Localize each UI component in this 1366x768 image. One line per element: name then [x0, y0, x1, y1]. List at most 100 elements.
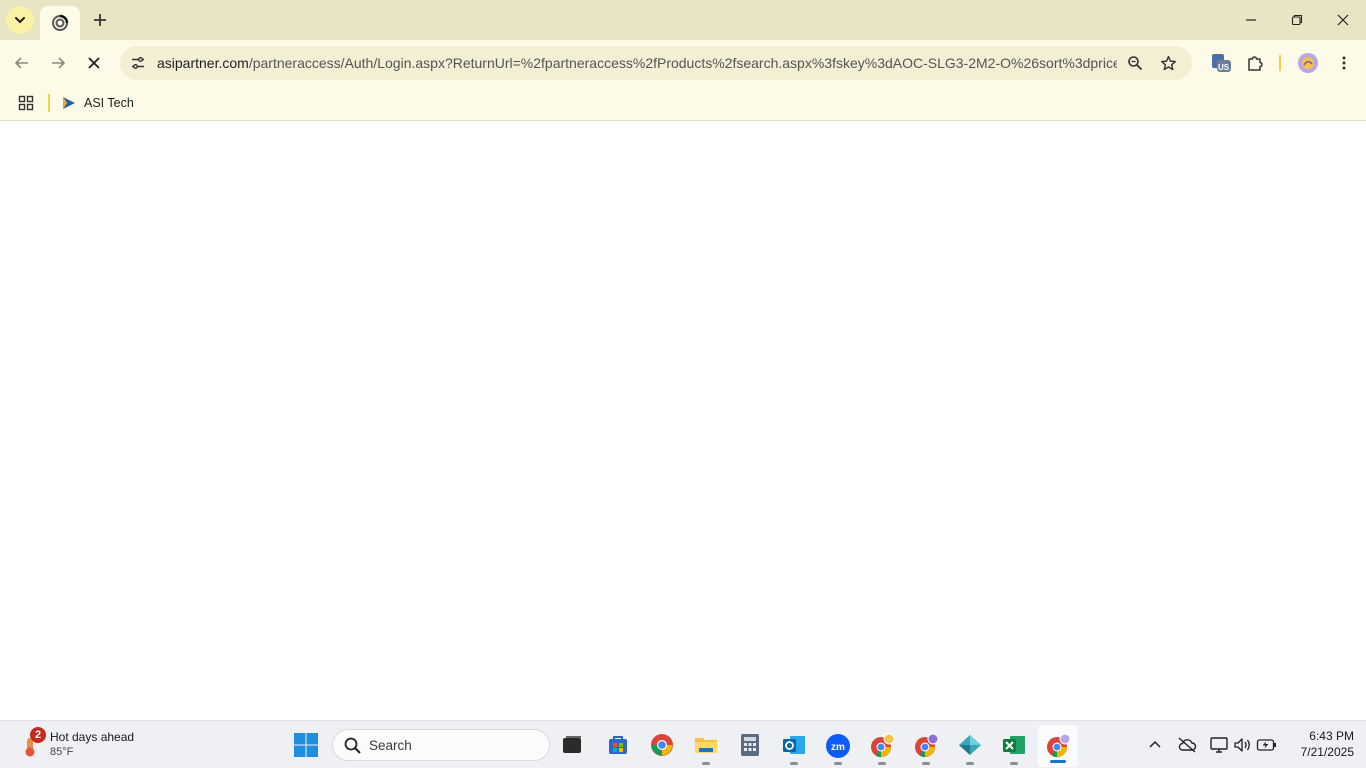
active-tab[interactable]	[40, 6, 80, 40]
close-icon	[1337, 14, 1349, 26]
extensions-button[interactable]	[1241, 49, 1269, 77]
zoom-icon	[1128, 56, 1143, 71]
toolbar-divider	[1279, 55, 1281, 71]
profile-button[interactable]	[1294, 49, 1322, 77]
weather-badge: 2	[30, 727, 46, 743]
calculator-icon	[741, 734, 759, 756]
chrome-icon	[651, 734, 673, 756]
close-window-button[interactable]	[1320, 0, 1366, 40]
extension-us-button[interactable]: US	[1207, 49, 1235, 77]
outlook-icon	[783, 736, 805, 754]
browser-menu-button[interactable]	[1330, 49, 1358, 77]
star-icon	[1160, 55, 1176, 70]
running-indicator	[966, 762, 974, 765]
taskbar-app-task-view[interactable]	[552, 729, 592, 768]
more-vert-icon	[1342, 56, 1346, 70]
extension-badge: US	[1218, 63, 1230, 72]
restore-icon	[1291, 14, 1303, 26]
bookmark-star-button[interactable]	[1156, 51, 1180, 75]
restore-button[interactable]	[1274, 0, 1320, 40]
start-button[interactable]	[292, 731, 320, 759]
running-indicator	[834, 762, 842, 765]
clock-date: 7/21/2025	[1300, 745, 1354, 759]
running-indicator	[878, 762, 886, 765]
network-icon	[1210, 737, 1228, 753]
bookmark-label: ASI Tech	[84, 96, 134, 110]
search-label: Search	[369, 738, 412, 753]
minimize-button[interactable]	[1228, 0, 1274, 40]
running-indicator	[922, 762, 930, 765]
chrome-icon	[915, 733, 939, 758]
active-indicator	[1050, 760, 1066, 763]
weather-title: Hot days ahead	[50, 730, 135, 744]
taskbar-app-diamond[interactable]	[950, 729, 990, 768]
forward-button[interactable]	[44, 49, 72, 77]
chrome-icon	[1047, 733, 1071, 758]
url-text[interactable]: asipartner.com/partneraccess/Auth/Login.…	[157, 55, 1117, 71]
zoom-app-icon: zm	[826, 734, 850, 758]
cloud-off-icon	[1178, 737, 1197, 753]
taskbar-app-file-explorer[interactable]	[686, 729, 726, 768]
plus-icon	[94, 14, 106, 26]
taskbar-app-calculator[interactable]	[730, 729, 770, 768]
taskbar-app-chrome-active[interactable]	[1038, 725, 1078, 767]
avatar	[1298, 53, 1318, 73]
bookmarks-divider	[48, 94, 50, 112]
back-button[interactable]	[8, 49, 36, 77]
network-tray-button[interactable]	[1207, 733, 1231, 757]
taskbar-app-chrome-profile-2[interactable]	[862, 729, 902, 768]
excel-icon	[1003, 736, 1025, 754]
chrome-icon	[871, 733, 895, 758]
taskbar: 2 Hot days ahead 85°F Search zm 6:43 PM …	[0, 720, 1366, 768]
new-tab-button[interactable]	[86, 6, 114, 34]
tune-icon	[132, 57, 144, 69]
page-content	[0, 121, 1366, 720]
site-info-button[interactable]	[126, 51, 150, 75]
zoom-button[interactable]	[1123, 51, 1147, 75]
taskbar-app-store[interactable]	[598, 729, 638, 768]
weather-temp: 85°F	[50, 746, 74, 758]
arrow-right-icon	[52, 57, 66, 69]
running-indicator	[790, 762, 798, 765]
taskbar-app-excel[interactable]	[994, 729, 1034, 768]
bookmarks-bar: ASI Tech	[0, 86, 1366, 121]
taskbar-search[interactable]: Search	[332, 729, 550, 761]
asi-tech-icon	[63, 97, 75, 109]
onedrive-tray-button[interactable]	[1175, 733, 1199, 757]
running-indicator	[1010, 762, 1018, 765]
loading-spinner-icon	[52, 14, 69, 31]
weather-widget[interactable]: 2 Hot days ahead 85°F	[16, 727, 166, 763]
tab-strip	[0, 0, 1366, 40]
taskbar-app-chrome-profile-3[interactable]	[906, 729, 946, 768]
show-hidden-icons-button[interactable]	[1143, 733, 1167, 757]
volume-icon	[1234, 738, 1250, 752]
diamond-app-icon	[959, 735, 981, 755]
tab-search-button[interactable]	[6, 6, 34, 34]
taskbar-clock[interactable]: 6:43 PM 7/21/2025	[1284, 728, 1354, 760]
battery-charging-icon	[1256, 739, 1276, 751]
running-indicator	[702, 762, 710, 765]
battery-tray-button[interactable]	[1255, 733, 1279, 757]
stop-loading-button[interactable]	[80, 49, 108, 77]
chevron-up-icon	[1149, 740, 1161, 748]
svg-text:zm: zm	[831, 742, 845, 753]
chevron-down-icon	[15, 17, 25, 24]
volume-tray-button[interactable]	[1231, 733, 1255, 757]
puzzle-icon	[1248, 56, 1263, 71]
taskbar-app-zoom[interactable]: zm	[818, 729, 858, 768]
taskbar-app-outlook[interactable]	[774, 729, 814, 768]
apps-button[interactable]	[14, 91, 38, 115]
arrow-left-icon	[14, 57, 28, 69]
windows-logo-icon	[294, 733, 318, 757]
taskbar-app-chrome[interactable]	[642, 729, 682, 768]
folder-icon	[695, 738, 717, 753]
browser-toolbar: asipartner.com/partneraccess/Auth/Login.…	[0, 40, 1366, 86]
close-icon	[88, 57, 100, 69]
bookmark-asi-tech[interactable]: ASI Tech	[60, 90, 134, 116]
apps-grid-icon	[18, 95, 34, 111]
clock-time: 6:43 PM	[1309, 729, 1354, 743]
search-icon	[344, 737, 361, 754]
url-path: /partneraccess/Auth/Login.aspx?ReturnUrl…	[248, 55, 1117, 71]
address-bar[interactable]: asipartner.com/partneraccess/Auth/Login.…	[120, 46, 1192, 80]
task-view-icon	[563, 736, 581, 753]
